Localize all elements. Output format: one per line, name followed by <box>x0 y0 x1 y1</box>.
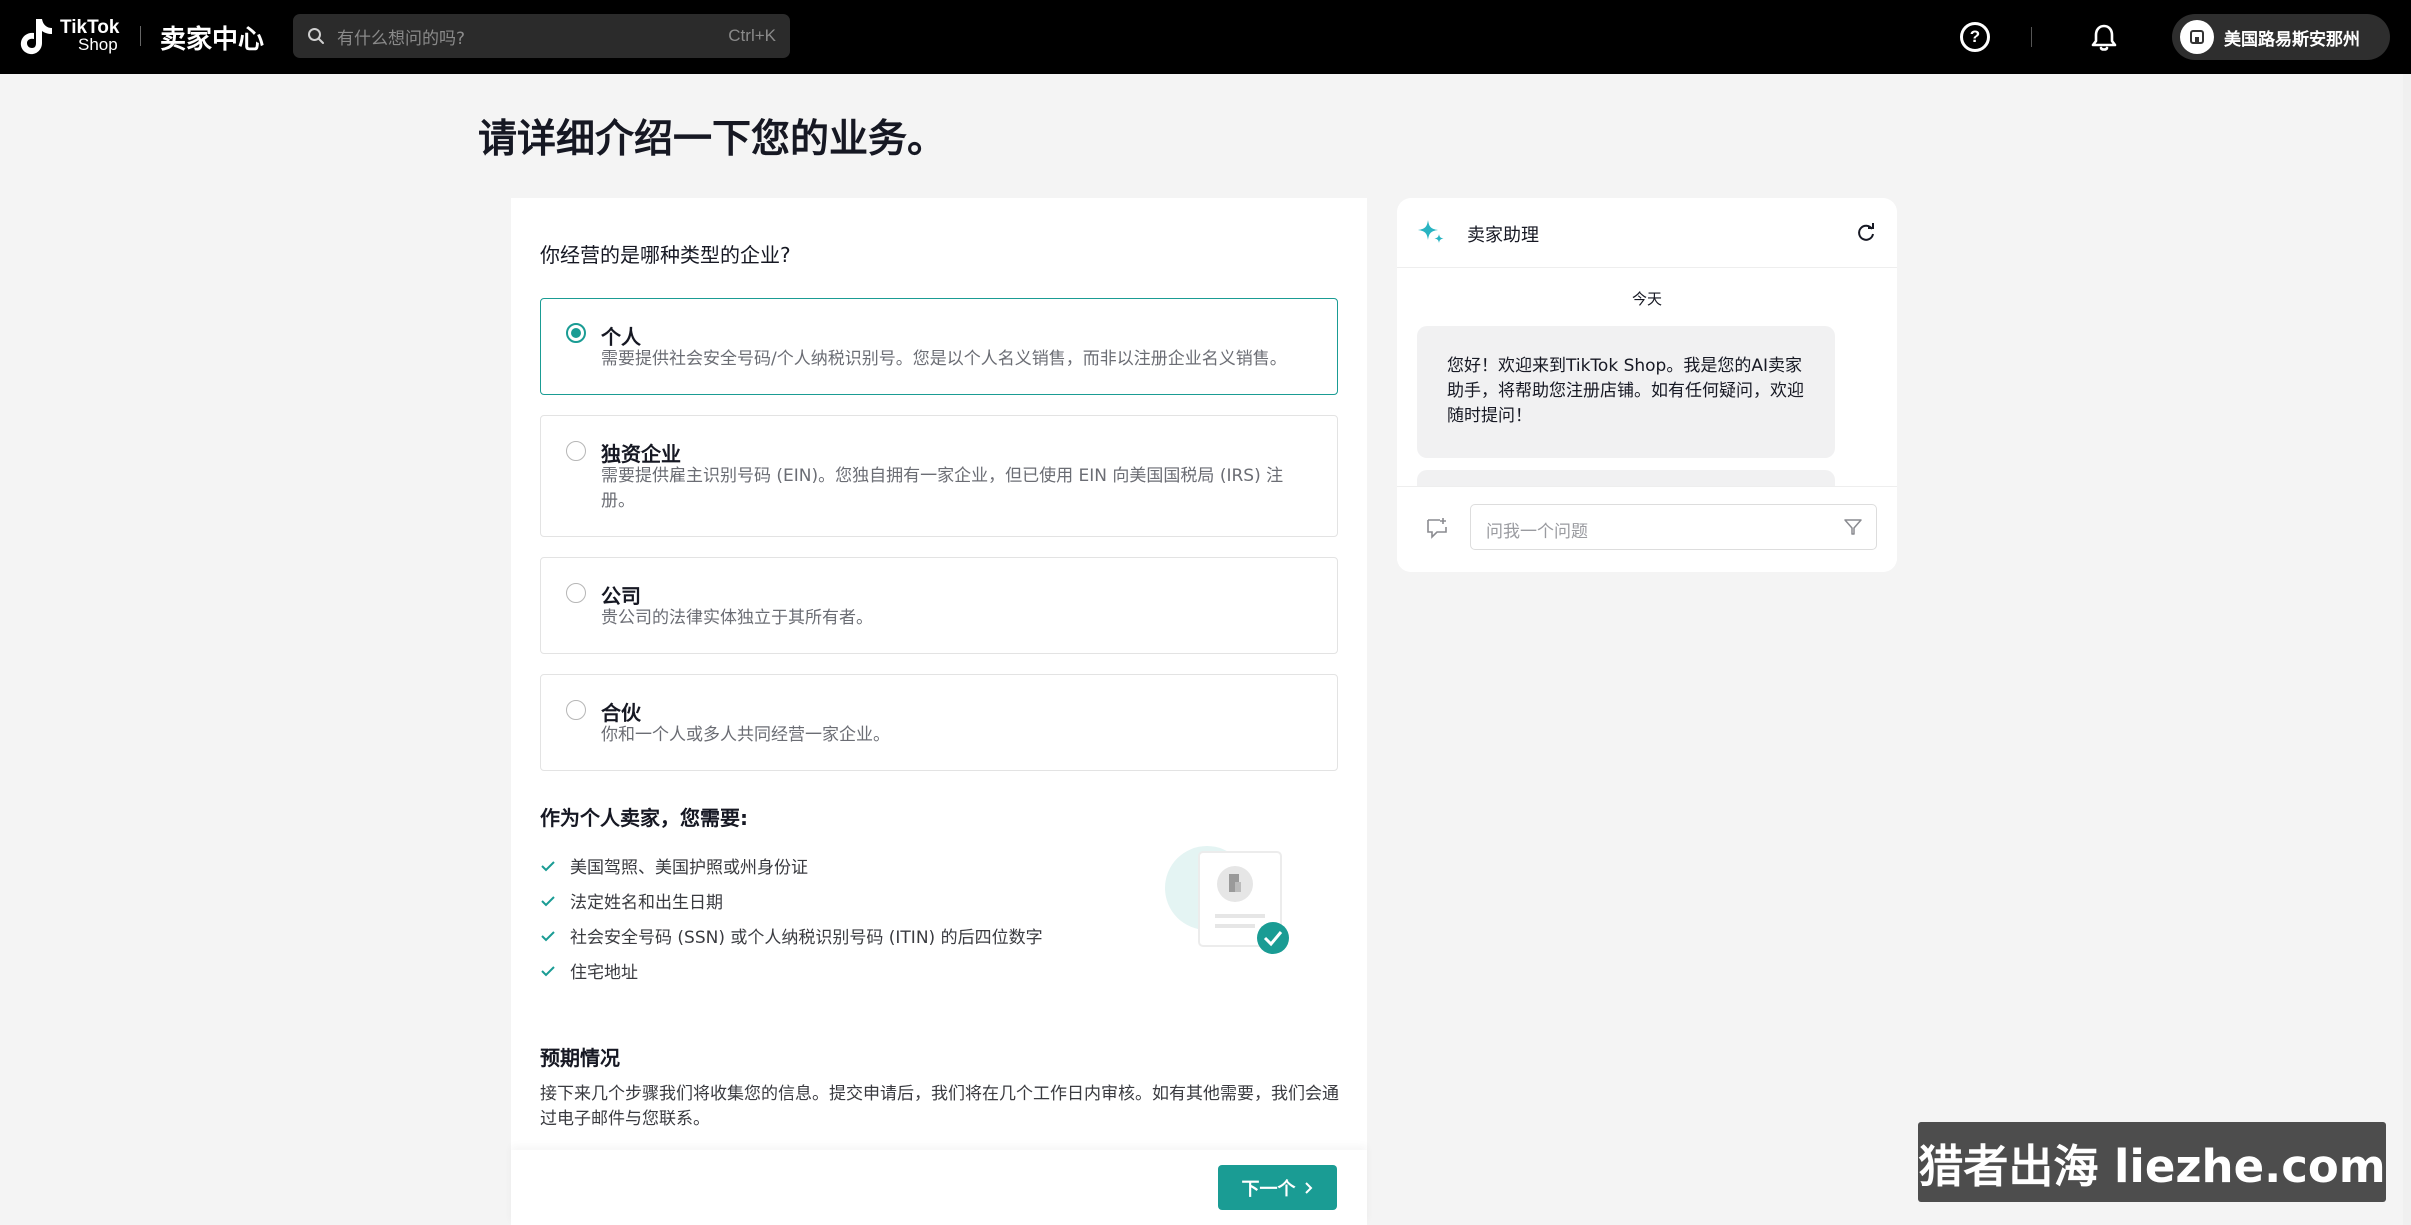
chat-date-label: 今天 <box>1631 290 1662 308</box>
business-type-form: 你经营的是哪种类型的企业? 个人 需要提供社会安全号码/个人纳税识别号。您是以个… <box>511 198 1367 1225</box>
option-desc: 你和一个人或多人共同经营一家企业。 <box>601 725 890 745</box>
search-shortcut: Ctrl+K <box>728 26 776 45</box>
chat-input-area: 问我一个问题 <box>1397 486 1897 572</box>
next-button[interactable]: 下一个 <box>1218 1165 1337 1210</box>
assistant-message: 您好！欢迎来到TikTok Shop。我是您的AI卖家助手，将帮助您注册店铺。如… <box>1417 326 1835 458</box>
expectations-title: 预期情况 <box>540 1046 620 1070</box>
seller-assistant-panel: 卖家助理 今天 您好！欢迎来到TikTok Shop。我是您的AI卖家助手，将帮… <box>1397 198 1897 572</box>
store-avatar <box>2180 20 2214 54</box>
radio-sole-proprietorship[interactable] <box>566 441 586 461</box>
sparkle-icon <box>1418 220 1444 243</box>
logo-line1: TikTok <box>60 17 120 38</box>
search-placeholder: 有什么想问的吗? <box>337 28 466 49</box>
store-name: 美国路易斯安那州 <box>2224 29 2360 50</box>
watermark: 猎者出海 liezhe.com <box>1918 1122 2386 1202</box>
store-icon <box>2190 30 2204 44</box>
requirement-text: 法定姓名和出生日期 <box>570 893 723 913</box>
option-title: 公司 <box>601 584 641 608</box>
logo-divider <box>140 26 141 46</box>
logo-text: TikTok Shop <box>60 17 120 54</box>
assistant-input-placeholder: 问我一个问题 <box>1486 522 1588 542</box>
assistant-title: 卖家助理 <box>1467 225 1539 246</box>
radio-partnership[interactable] <box>566 700 586 720</box>
chevron-right-icon <box>1304 1181 1312 1194</box>
logo-line2: Shop <box>78 35 118 54</box>
option-desc: 贵公司的法律实体独立于其所有者。 <box>601 608 873 628</box>
next-button-label: 下一个 <box>1241 1178 1296 1200</box>
search-input[interactable]: 有什么想问的吗? Ctrl+K <box>293 14 790 58</box>
requirements-title: 作为个人卖家，您需要: <box>540 806 748 830</box>
document-check-illustration <box>1165 846 1289 954</box>
requirements-list: 美国驾照、美国护照或州身份证 法定姓名和出生日期 社会安全号码 (SSN) 或个… <box>540 848 1043 988</box>
requirement-text: 美国驾照、美国护照或州身份证 <box>570 858 808 878</box>
option-title: 合伙 <box>601 701 641 725</box>
assistant-question-input[interactable]: 问我一个问题 <box>1470 504 1877 550</box>
option-title: 独资企业 <box>601 442 681 466</box>
assistant-header: 卖家助理 <box>1397 198 1897 268</box>
option-partnership[interactable]: 合伙 你和一个人或多人共同经营一家企业。 <box>540 674 1338 771</box>
search-icon <box>308 28 324 44</box>
page-scrollbar[interactable] <box>2403 74 2411 1225</box>
business-type-question: 你经营的是哪种类型的企业? <box>540 243 791 267</box>
topbar-divider <box>2031 27 2032 47</box>
check-icon <box>541 860 555 871</box>
tiktok-logo-icon <box>20 19 52 55</box>
requirement-text: 住宅地址 <box>570 963 638 983</box>
refresh-icon[interactable] <box>1855 222 1877 244</box>
check-icon <box>541 930 555 941</box>
help-icon[interactable]: ? <box>1960 22 1990 52</box>
option-corporation[interactable]: 公司 贵公司的法律实体独立于其所有者。 <box>540 557 1338 654</box>
new-chat-icon[interactable] <box>1425 517 1449 539</box>
store-switcher[interactable]: 美国路易斯安那州 <box>2172 14 2390 60</box>
option-desc: 需要提供社会安全号码/个人纳税识别号。您是以个人名义销售，而非以注册企业名义销售… <box>601 349 1287 369</box>
radio-individual[interactable] <box>566 323 586 343</box>
radio-corporation[interactable] <box>566 583 586 603</box>
tiktok-shop-logo[interactable]: TikTok Shop <box>18 16 119 56</box>
option-title: 个人 <box>601 325 641 349</box>
requirement-item: 住宅地址 <box>540 953 1043 988</box>
check-icon <box>541 895 555 906</box>
option-desc: 需要提供雇主识别号码 (EIN)。您独自拥有一家企业，但已使用 EIN 向美国国… <box>601 466 1284 511</box>
requirement-item: 社会安全号码 (SSN) 或个人纳税识别号码 (ITIN) 的后四位数字 <box>540 918 1043 953</box>
check-icon <box>541 965 555 976</box>
requirement-item: 美国驾照、美国护照或州身份证 <box>540 848 1043 883</box>
option-individual[interactable]: 个人 需要提供社会安全号码/个人纳税识别号。您是以个人名义销售，而非以注册企业名… <box>540 298 1338 395</box>
form-footer: 下一个 <box>511 1150 1367 1225</box>
expectations-text: 接下来几个步骤我们将收集您的信息。提交申请后，我们将在几个工作日内审核。如有其他… <box>540 1084 1339 1129</box>
bell-icon[interactable] <box>2088 21 2120 53</box>
app-title: 卖家中心 <box>160 25 265 55</box>
page-title: 请详细介绍一下您的业务。 <box>478 117 947 162</box>
requirement-item: 法定姓名和出生日期 <box>540 883 1043 918</box>
option-sole-proprietorship[interactable]: 独资企业 需要提供雇主识别号码 (EIN)。您独自拥有一家企业，但已使用 EIN… <box>540 415 1338 537</box>
top-bar: TikTok Shop 卖家中心 有什么想问的吗? Ctrl+K ? 美国路易斯… <box>0 0 2411 74</box>
requirement-text: 社会安全号码 (SSN) 或个人纳税识别号码 (ITIN) 的后四位数字 <box>570 928 1043 948</box>
send-icon[interactable] <box>1843 517 1863 537</box>
